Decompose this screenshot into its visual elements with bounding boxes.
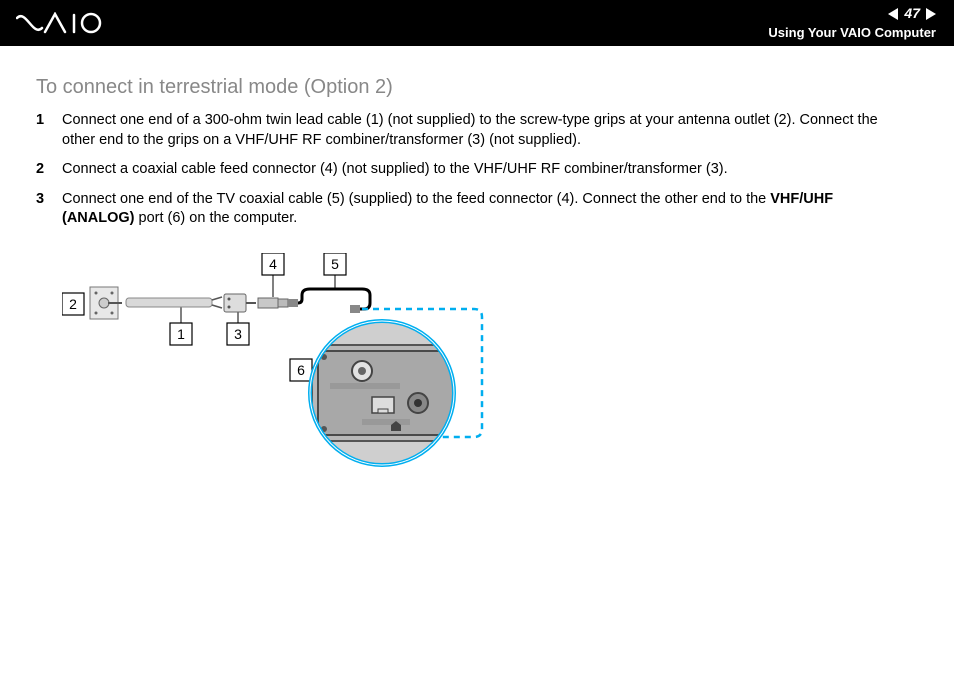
diagram-label-4: 4 (269, 256, 277, 272)
page-number: 47 (902, 4, 922, 22)
instruction-step: Connect a coaxial cable feed connector (… (36, 160, 906, 180)
step-text: Connect one end of a 300-ohm twin lead c… (62, 112, 878, 148)
diagram-label-2: 2 (69, 296, 77, 312)
instruction-step: Connect one end of the TV coaxial cable … (36, 190, 906, 229)
connection-diagram: 2 1 3 4 5 (62, 253, 906, 486)
step-text: Connect a coaxial cable feed connector (… (62, 161, 728, 177)
header-right: 47 Using Your VAIO Computer (768, 4, 936, 41)
diagram-label-1: 1 (177, 326, 185, 342)
diagram-label-5: 5 (331, 256, 339, 272)
page-navigator: 47 (768, 4, 936, 22)
diagram-label-6: 6 (297, 362, 305, 378)
header-bar: 47 Using Your VAIO Computer (0, 0, 954, 46)
step-text-before: Connect one end of the TV coaxial cable … (62, 191, 770, 207)
section-title[interactable]: Using Your VAIO Computer (768, 25, 936, 42)
instruction-list: Connect one end of a 300-ohm twin lead c… (36, 111, 906, 229)
instruction-step: Connect one end of a 300-ohm twin lead c… (36, 111, 906, 150)
step-text-after: port (6) on the computer. (135, 210, 298, 226)
vaio-logo (16, 12, 136, 34)
page-content: To connect in terrestrial mode (Option 2… (0, 46, 954, 486)
diagram-label-3: 3 (234, 326, 242, 342)
prev-page-arrow-icon[interactable] (888, 8, 898, 20)
page-heading: To connect in terrestrial mode (Option 2… (36, 76, 906, 99)
next-page-arrow-icon[interactable] (926, 8, 936, 20)
